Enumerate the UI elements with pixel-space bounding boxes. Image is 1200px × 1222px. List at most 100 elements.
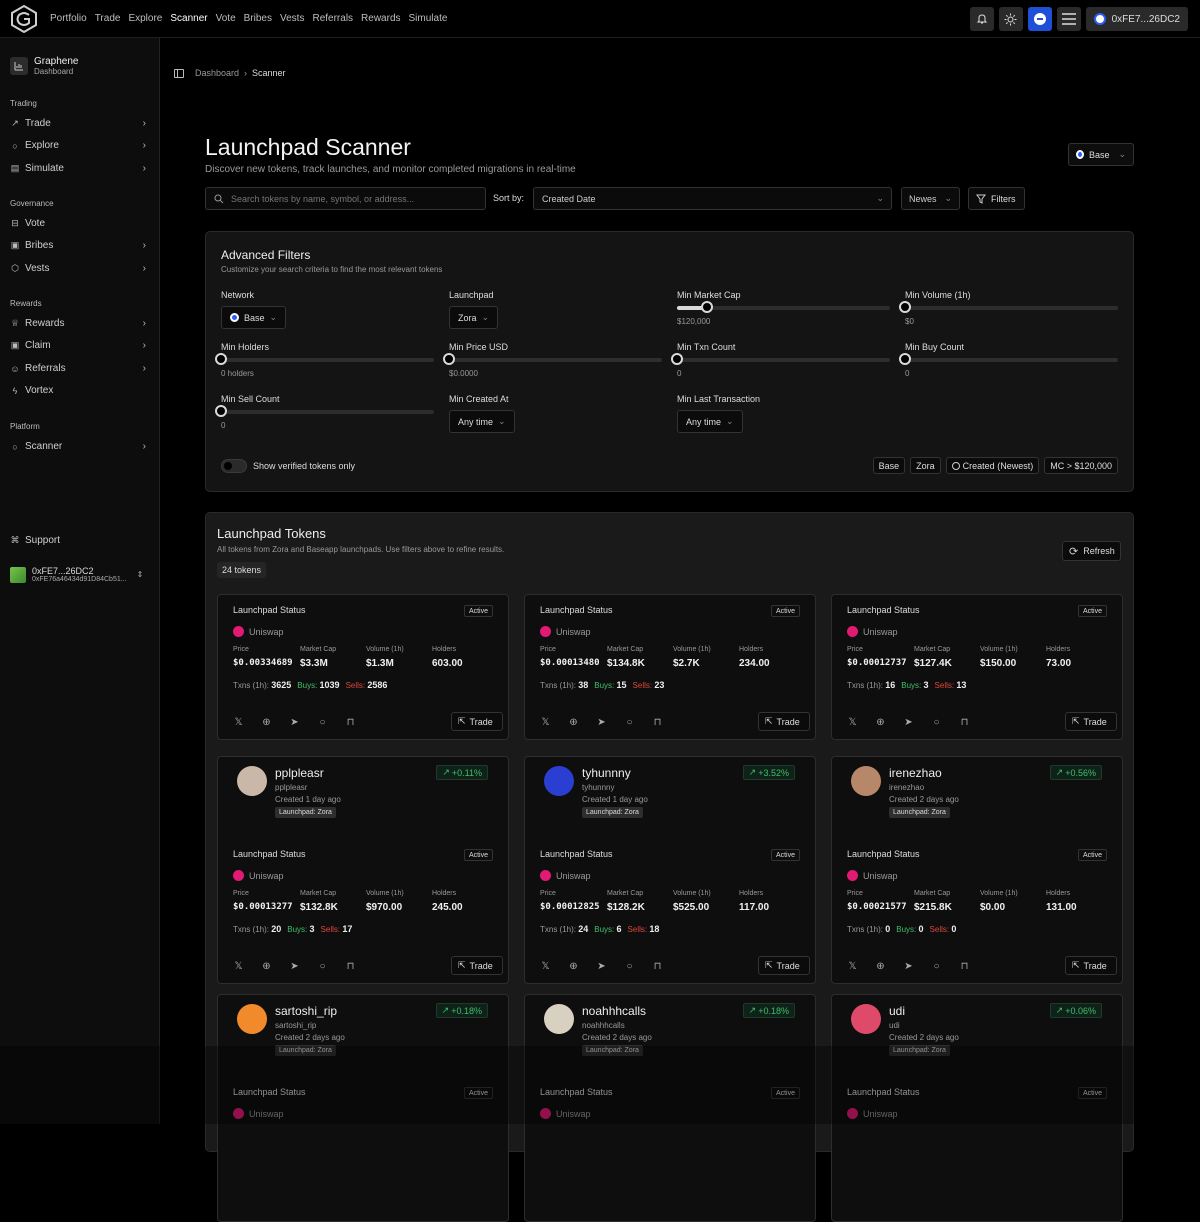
network-select[interactable]: Base ⌄ [1068,143,1134,166]
token-card[interactable]: tyhunnny tyhunnny Created 1 day ago Launchp… [524,756,816,984]
order-select[interactable]: Newes ⌄ [901,187,960,210]
nav-vote[interactable]: Vote [216,13,236,24]
token-name[interactable]: pplpleasr [275,766,324,780]
token-card[interactable]: irenezhao irenezhao Created 2 days ago Laun… [831,756,1123,984]
min-created-select[interactable]: Any time ⌄ [449,410,515,433]
slider-thumb[interactable] [899,353,911,365]
sidebar-item-vortex[interactable]: ϟ Vortex [10,385,150,396]
min-price-slider[interactable] [443,353,662,365]
globe-icon[interactable]: ⊕ [875,961,886,972]
launchpad-filter-select[interactable]: Zora ⌄ [449,306,499,329]
token-card[interactable]: noahhhcalls noahhhcalls Created 2 days ago… [524,994,816,1222]
sort-select[interactable]: Created Date ⌄ [533,187,892,210]
slider-thumb[interactable] [899,301,911,313]
slider-thumb[interactable] [671,353,683,365]
trade-button[interactable]: ⇱ Trade [451,712,503,731]
nav-bribes[interactable]: Bribes [244,13,272,24]
token-name[interactable]: irenezhao [889,766,942,780]
globe-icon[interactable]: ⊕ [261,961,272,972]
token-card[interactable]: Launchpad Status Active Uniswap Price Market… [831,594,1123,740]
twitter-icon[interactable]: 𝕏 [847,961,858,972]
filter-chip-mcap[interactable]: MC > $120,000 [1044,457,1118,474]
trade-button[interactable]: ⇱ Trade [451,956,503,975]
token-name[interactable]: sartoshi_rip [275,1004,337,1018]
twitter-icon[interactable]: 𝕏 [847,717,858,728]
nav-simulate[interactable]: Simulate [409,13,448,24]
token-name[interactable]: noahhhcalls [582,1004,646,1018]
farcaster-icon[interactable]: ⊓ [345,961,356,972]
twitter-icon[interactable]: 𝕏 [540,717,551,728]
graphene-logo-icon[interactable] [10,4,38,33]
sidebar-item-support[interactable]: ⌘ Support [10,535,150,546]
token-card[interactable]: Launchpad Status Active Uniswap Price Market… [217,594,509,740]
nav-referrals[interactable]: Referrals [312,13,353,24]
trade-button[interactable]: ⇱ Trade [1065,956,1117,975]
refresh-button[interactable]: ⟳ Refresh [1062,541,1121,561]
network-base-button[interactable] [1027,7,1052,31]
search-input[interactable] [231,193,471,204]
sidebar-item-rewards[interactable]: ♕ Rewards › [10,318,150,329]
nav-scanner[interactable]: Scanner [170,13,207,24]
min-volume-slider[interactable] [899,301,1118,313]
filter-chip-launchpad[interactable]: Zora [910,457,941,474]
trade-button[interactable]: ⇱ Trade [758,712,810,731]
min-holders-slider[interactable] [215,353,434,365]
globe-icon[interactable]: ⊕ [568,717,579,728]
token-card[interactable]: pplpleasr pplpleasr Created 1 day ago Launc… [217,756,509,984]
chat-icon[interactable]: ○ [317,717,328,728]
sidebar-item-claim[interactable]: ▣ Claim › [10,340,150,351]
sidebar-item-explore[interactable]: ○ Explore › [10,140,150,151]
chat-icon[interactable]: ○ [931,961,942,972]
min-mcap-slider[interactable] [677,301,890,313]
token-name[interactable]: udi [889,1004,905,1018]
filters-button[interactable]: Filters [968,187,1025,210]
nav-portfolio[interactable]: Portfolio [50,13,87,24]
min-txn-slider[interactable] [671,353,890,365]
twitter-icon[interactable]: 𝕏 [233,717,244,728]
chat-icon[interactable]: ○ [624,961,635,972]
chat-icon[interactable]: ○ [317,961,328,972]
slider-thumb[interactable] [215,353,227,365]
token-name[interactable]: tyhunnny [582,766,631,780]
chat-icon[interactable]: ○ [624,717,635,728]
filter-chip-sort[interactable]: Created (Newest) [945,457,1040,474]
nav-rewards[interactable]: Rewards [361,13,400,24]
twitter-icon[interactable]: 𝕏 [540,961,551,972]
twitter-icon[interactable]: 𝕏 [233,961,244,972]
telegram-icon[interactable]: ➤ [289,717,300,728]
account-switcher[interactable]: 0xFE7...26DC2 0xFE76a46434d91D84Cb51... … [10,566,143,583]
menu-button[interactable] [1056,7,1081,31]
telegram-icon[interactable]: ➤ [903,717,914,728]
token-card[interactable]: Launchpad Status Active Uniswap Price Market… [524,594,816,740]
farcaster-icon[interactable]: ⊓ [652,961,663,972]
farcaster-icon[interactable]: ⊓ [345,717,356,728]
token-card[interactable]: udi udi Created 2 days ago Launchpad: Zora ↗… [831,994,1123,1222]
nav-trade[interactable]: Trade [95,13,121,24]
verified-toggle[interactable] [221,459,247,473]
sidebar-item-simulate[interactable]: ▤ Simulate › [10,163,150,174]
theme-toggle-button[interactable] [998,7,1023,31]
sidebar-item-trade[interactable]: ↗ Trade › [10,118,150,129]
telegram-icon[interactable]: ➤ [903,961,914,972]
farcaster-icon[interactable]: ⊓ [959,961,970,972]
nav-vests[interactable]: Vests [280,13,304,24]
min-buy-slider[interactable] [899,353,1118,365]
breadcrumb-dashboard[interactable]: Dashboard [195,68,239,78]
telegram-icon[interactable]: ➤ [289,961,300,972]
min-sell-slider[interactable] [215,405,434,417]
telegram-icon[interactable]: ➤ [596,717,607,728]
sidebar-item-bribes[interactable]: ▣ Bribes › [10,240,150,251]
sidebar-item-scanner[interactable]: ○ Scanner › [10,441,150,452]
slider-thumb[interactable] [443,353,455,365]
trade-button[interactable]: ⇱ Trade [1065,712,1117,731]
sidebar-item-referrals[interactable]: ☺ Referrals › [10,363,150,374]
chat-icon[interactable]: ○ [931,717,942,728]
sidebar-item-vests[interactable]: ⬡ Vests › [10,263,150,274]
farcaster-icon[interactable]: ⊓ [652,717,663,728]
globe-icon[interactable]: ⊕ [261,717,272,728]
sidebar-item-vote[interactable]: ⊟ Vote [10,218,150,229]
sidebar-brand[interactable]: Graphene Dashboard [0,38,159,76]
filter-chip-network[interactable]: Base [872,457,906,474]
telegram-icon[interactable]: ➤ [596,961,607,972]
farcaster-icon[interactable]: ⊓ [959,717,970,728]
